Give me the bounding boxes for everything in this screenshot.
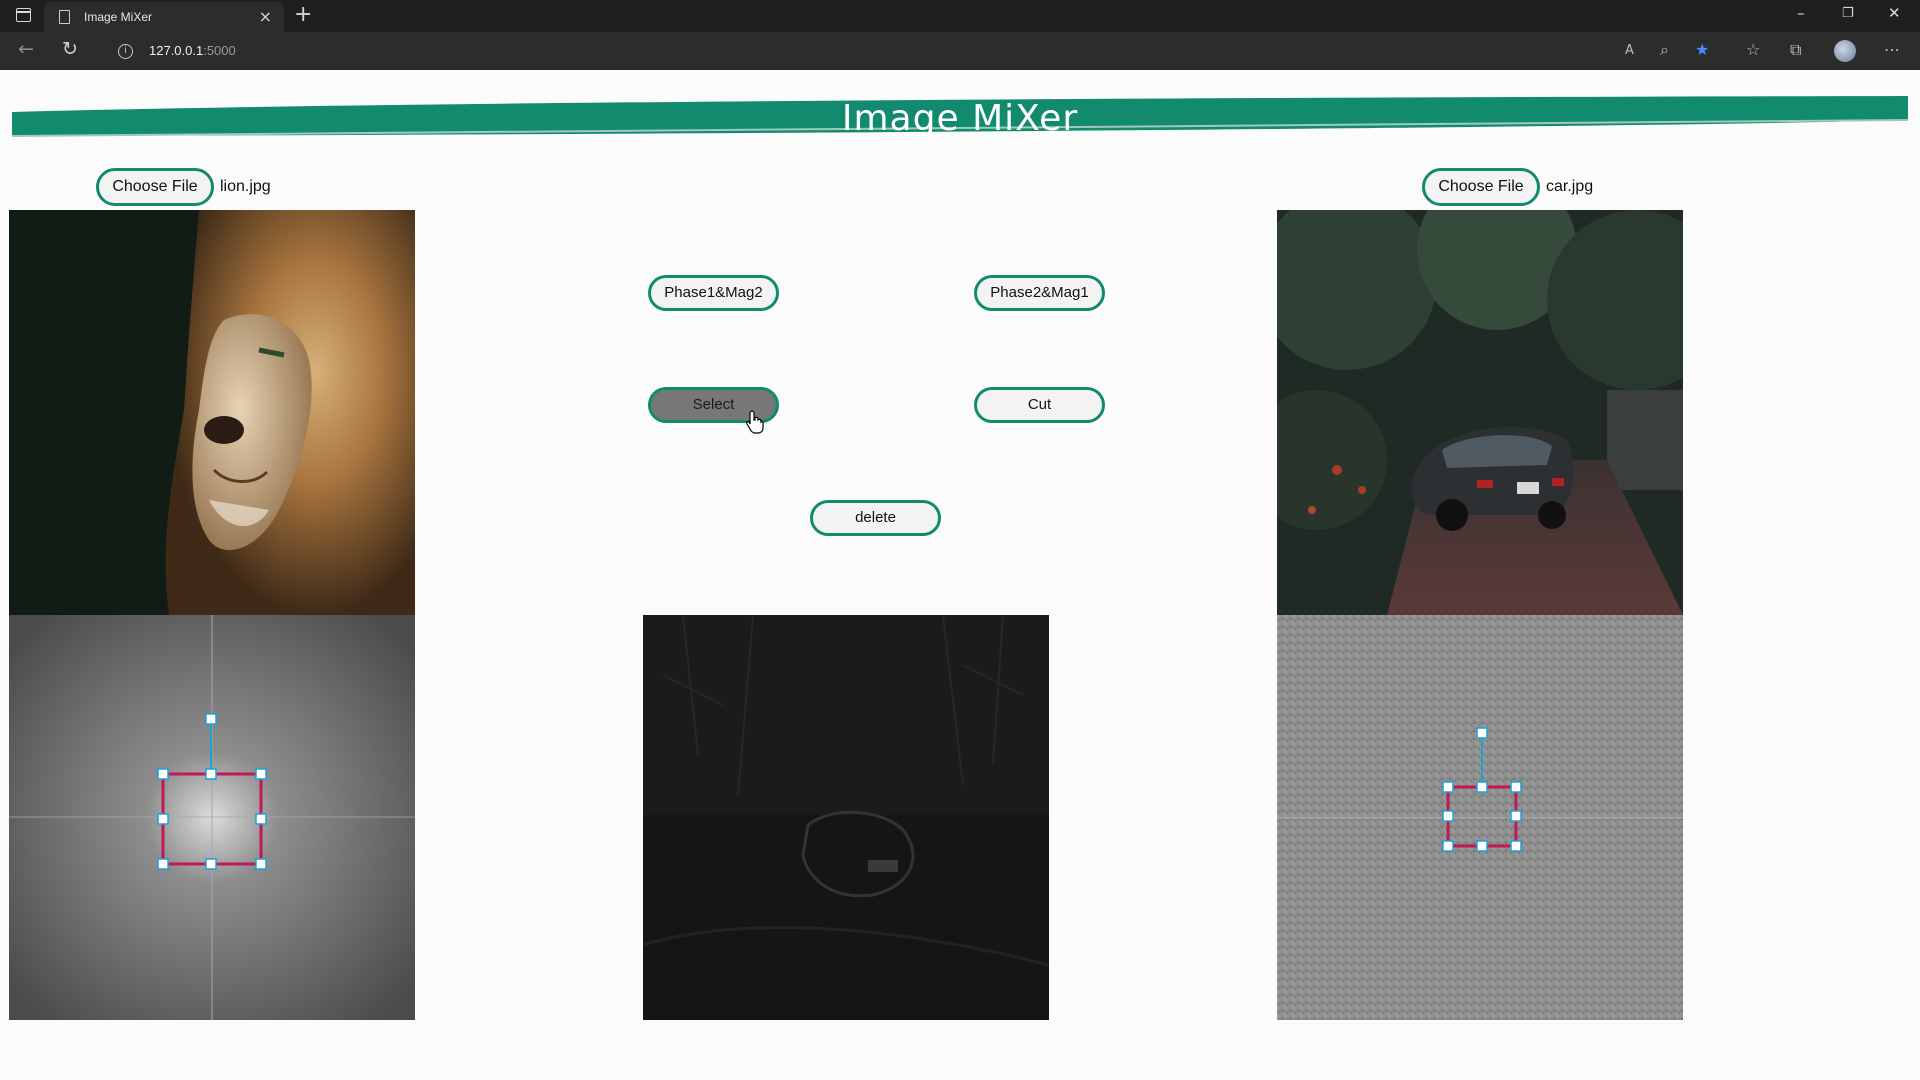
info-icon[interactable]: i [118,44,133,59]
input-image-left [9,210,415,615]
browser-tab-bar: Image MiXer × + – ❐ ✕ [0,0,1920,32]
window-menu-icon[interactable] [16,8,31,22]
browser-tab[interactable]: Image MiXer × [44,2,284,32]
tab-close-icon[interactable]: × [259,7,272,26]
address-bar-row: ← ↻ i 127.0.0.1:5000 A ⌕ ★ ☆ ⧉ ⋯ [0,32,1920,70]
delete-button[interactable]: delete [810,500,941,536]
page: Image MiXer Choose File lion.jpg Choose … [0,70,1920,1080]
read-aloud-icon[interactable]: A [1625,43,1634,58]
choose-file-button-left[interactable]: Choose File [96,168,214,206]
url-host: 127.0.0.1 [149,43,204,58]
fft-image-right[interactable] [1277,615,1683,1020]
refresh-icon[interactable]: ↻ [62,38,78,60]
new-tab-button[interactable]: + [294,2,312,27]
tab-title: Image MiXer [84,10,153,24]
favorite-star-icon[interactable]: ★ [1695,40,1709,59]
zoom-icon[interactable]: ⌕ [1660,40,1669,60]
page-icon [59,10,70,24]
back-arrow-icon[interactable]: ← [18,38,34,60]
phase2-mag1-button[interactable]: Phase2&Mag1 [974,275,1105,311]
fft-image-left[interactable] [9,615,415,1020]
output-image [643,615,1049,1020]
file-name-left: lion.jpg [220,178,271,195]
phase1-mag2-button[interactable]: Phase1&Mag2 [648,275,779,311]
url-port: :5000 [203,43,236,58]
collections-icon[interactable]: ⧉ [1790,40,1801,60]
restore-button[interactable]: ❐ [1842,6,1854,21]
close-window-button[interactable]: ✕ [1888,4,1901,22]
page-title: Image MiXer [841,98,1079,139]
url-field[interactable]: 127.0.0.1:5000 [149,43,236,58]
more-icon[interactable]: ⋯ [1884,40,1900,59]
favorites-icon[interactable]: ☆ [1746,40,1760,59]
file-name-right: car.jpg [1546,178,1594,195]
profile-icon[interactable] [1834,40,1856,62]
cut-button[interactable]: Cut [974,387,1105,423]
choose-file-button-right[interactable]: Choose File [1422,168,1540,206]
minimize-button[interactable]: – [1797,4,1805,22]
input-image-right [1277,210,1683,615]
hand-cursor-icon [746,410,764,438]
